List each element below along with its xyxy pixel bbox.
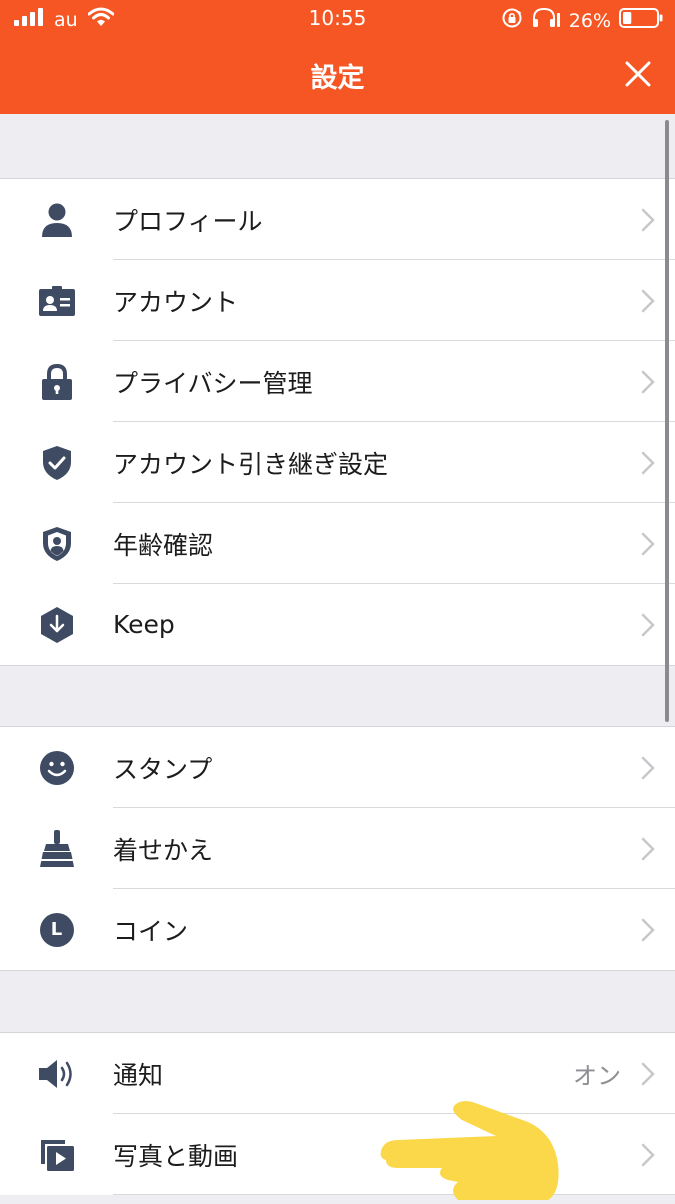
keep-download-icon xyxy=(0,584,113,665)
settings-row-notifications[interactable]: 通知 オン xyxy=(0,1033,675,1114)
status-right: 26% xyxy=(493,7,663,34)
coin-icon: L xyxy=(0,889,113,970)
chevron-right-icon xyxy=(615,613,655,637)
chevron-right-icon xyxy=(615,918,655,942)
battery-icon xyxy=(619,8,663,33)
settings-section-shop: スタンプ 着せかえ L コイン xyxy=(0,726,675,971)
row-label: 年齢確認 xyxy=(113,530,214,560)
chevron-right-icon xyxy=(641,1062,655,1086)
settings-row-themes[interactable]: 着せかえ xyxy=(0,808,675,889)
rotation-lock-icon xyxy=(501,7,523,34)
smiley-icon xyxy=(0,727,113,808)
chevron-right-icon xyxy=(615,756,655,780)
settings-row-age-verification[interactable]: 年齢確認 xyxy=(0,503,675,584)
lock-icon xyxy=(0,341,113,422)
headphones-icon xyxy=(531,7,561,34)
chevron-right-icon xyxy=(615,532,655,556)
id-card-icon xyxy=(0,260,113,341)
settings-row-stickers[interactable]: スタンプ xyxy=(0,727,675,808)
settings-row-privacy[interactable]: プライバシー管理 xyxy=(0,341,675,422)
person-icon xyxy=(0,179,113,260)
speaker-icon xyxy=(0,1033,113,1114)
row-label: アカウント引き継ぎ設定 xyxy=(113,449,389,479)
chevron-right-icon xyxy=(615,289,655,313)
row-label: プロフィール xyxy=(113,206,263,236)
brush-icon xyxy=(0,808,113,889)
settings-section-general: 通知 オン 写真と動画 xyxy=(0,1032,675,1195)
settings-row-photos-videos[interactable]: 写真と動画 xyxy=(0,1114,675,1195)
settings-row-account[interactable]: アカウント xyxy=(0,260,675,341)
status-bar: au 10:55 26% xyxy=(0,0,675,38)
page-title: 設定 xyxy=(310,63,365,94)
close-icon xyxy=(624,60,652,92)
chevron-right-icon xyxy=(615,1143,655,1167)
coin-letter: L xyxy=(50,919,63,940)
chevron-right-icon xyxy=(615,208,655,232)
row-label: 通知 xyxy=(113,1060,164,1090)
chevron-right-icon xyxy=(615,451,655,475)
notification-status-value: オン xyxy=(573,1062,621,1090)
row-label: スタンプ xyxy=(113,754,213,784)
shield-person-icon xyxy=(0,503,113,584)
header-bar: au 10:55 26% 設定 xyxy=(0,0,675,114)
settings-row-profile[interactable]: プロフィール xyxy=(0,179,675,260)
row-label: コイン xyxy=(113,916,189,946)
shield-check-icon xyxy=(0,422,113,503)
settings-row-keep[interactable]: Keep xyxy=(0,584,675,665)
chevron-right-icon xyxy=(615,837,655,861)
settings-row-account-transfer[interactable]: アカウント引き継ぎ設定 xyxy=(0,422,675,503)
row-label: アカウント xyxy=(113,287,239,317)
pointing-hand-icon xyxy=(378,1100,563,1200)
row-label: プライバシー管理 xyxy=(113,368,313,398)
close-button[interactable] xyxy=(620,58,656,94)
battery-percent: 26% xyxy=(568,9,611,32)
chevron-right-icon xyxy=(615,370,655,394)
row-label: 着せかえ xyxy=(113,835,214,865)
scroll-indicator xyxy=(665,120,669,722)
settings-section-account: プロフィール アカウント プライバシー管理 アカウント引き継ぎ設定 年齢確認 K… xyxy=(0,178,675,666)
photo-video-icon xyxy=(0,1114,113,1195)
settings-row-coins[interactable]: L コイン xyxy=(0,889,675,970)
row-label: Keep xyxy=(113,610,175,639)
